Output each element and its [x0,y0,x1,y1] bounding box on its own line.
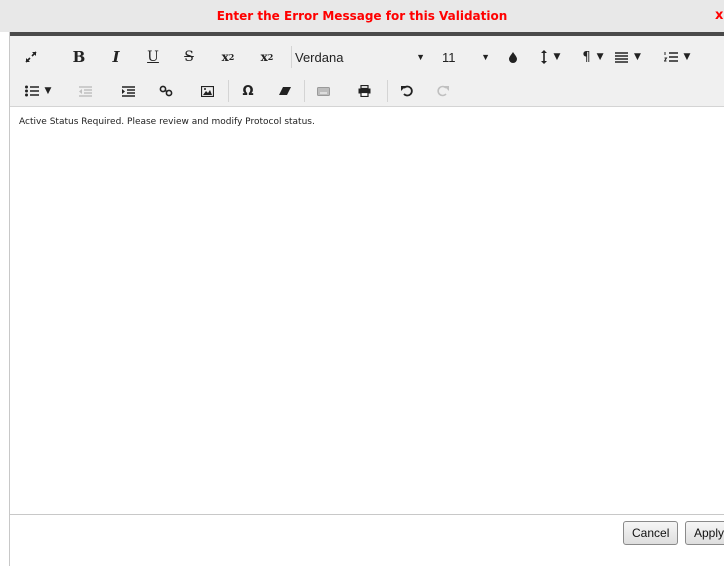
print-icon[interactable] [353,79,375,103]
dialog-footer: Cancel Apply [9,515,724,566]
link-icon[interactable] [155,79,177,103]
indent-icon[interactable] [117,79,139,103]
editor-content-text: Active Status Required. Please review an… [19,117,315,127]
dialog-titlebar: Enter the Error Message for this Validat… [0,0,724,32]
editor-toolbar: B I U S x2 x2 Verdana ▼ 11 ▼ ▼ ¶ ▼ ▼ ▼ ▼… [10,36,724,107]
align-icon[interactable]: ▼ [613,45,643,69]
bold-icon[interactable]: B [68,45,90,69]
clear-formatting-icon[interactable] [274,79,296,103]
close-icon[interactable]: x [715,8,723,23]
apply-button[interactable]: Apply [685,521,724,545]
superscript-mark: 2 [267,52,274,62]
editor-content-area[interactable]: Active Status Required. Please review an… [10,107,724,514]
subscript-base: x [221,50,229,64]
text-color-icon[interactable] [504,45,522,69]
chevron-down-icon: ▼ [634,52,641,62]
ordered-list-icon[interactable]: ▼ [659,45,695,69]
superscript-base: x [260,50,268,64]
rich-text-editor: B I U S x2 x2 Verdana ▼ 11 ▼ ▼ ¶ ▼ ▼ ▼ ▼… [9,32,724,515]
font-size-value: 11 [442,49,456,65]
outdent-icon[interactable] [74,79,96,103]
image-icon[interactable] [196,79,218,103]
special-character-icon[interactable]: Ω [237,79,259,103]
toolbar-separator [228,80,229,102]
subscript-mark: 2 [228,52,235,62]
chevron-down-icon: ▼ [481,52,490,62]
toolbar-separator [387,80,388,102]
subscript-icon[interactable]: x2 [215,45,241,69]
chevron-down-icon: ▼ [683,52,691,62]
font-family-value: Verdana [295,49,344,65]
strikethrough-icon[interactable]: S [178,45,200,69]
italic-icon[interactable]: I [105,45,127,69]
font-family-select[interactable]: Verdana ▼ [295,45,425,69]
underline-icon[interactable]: U [142,45,164,69]
redo-icon[interactable] [432,79,454,103]
keyboard-icon[interactable] [312,79,334,103]
dialog-title: Enter the Error Message for this Validat… [216,9,508,23]
font-size-select[interactable]: 11 ▼ [442,45,490,69]
toolbar-separator [304,80,305,102]
cancel-button[interactable]: Cancel [623,521,679,545]
chevron-down-icon: ▼ [553,52,561,62]
chevron-down-icon: ▼ [416,52,425,62]
superscript-icon[interactable]: x2 [254,45,280,69]
line-height-icon[interactable]: ▼ [535,45,565,69]
unordered-list-icon[interactable]: ▼ [20,79,56,103]
toolbar-separator [291,46,292,68]
chevron-down-icon: ▼ [596,52,604,62]
fullscreen-icon[interactable] [20,45,42,69]
paragraph-glyph: ¶ [582,49,591,65]
paragraph-format-icon[interactable]: ¶ ▼ [578,45,608,69]
chevron-down-icon: ▼ [44,86,52,96]
undo-icon[interactable] [396,79,418,103]
